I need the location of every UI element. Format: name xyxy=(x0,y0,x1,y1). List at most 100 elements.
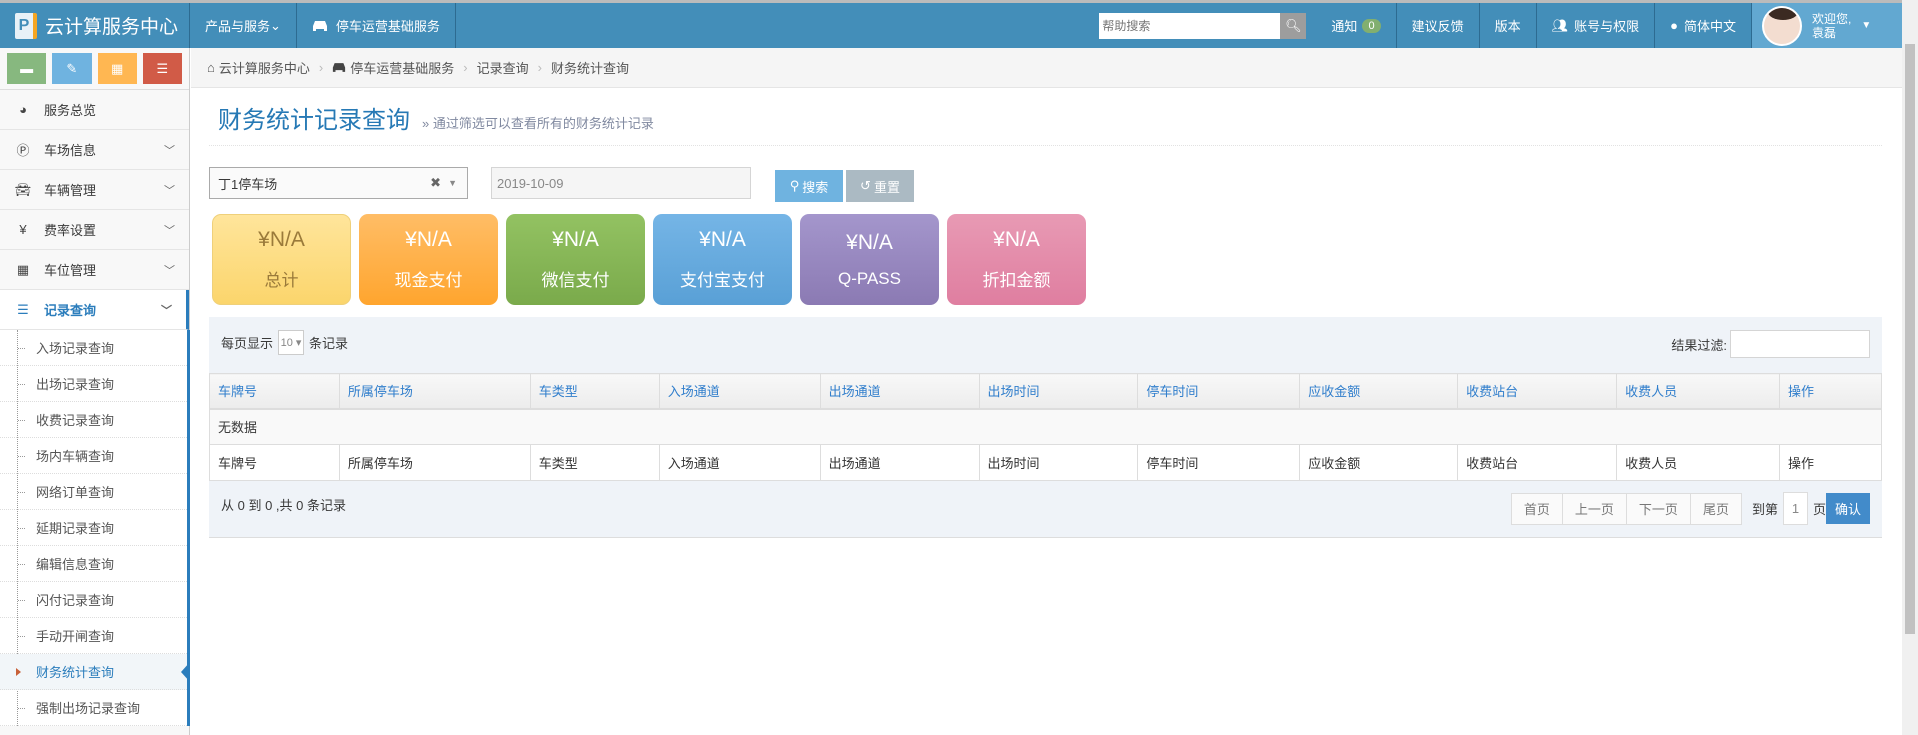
prev-page-button[interactable]: 上一页 xyxy=(1561,492,1627,525)
notice-label: 通知 xyxy=(1331,19,1358,34)
breadcrumb-current: 财务统计查询 xyxy=(550,61,629,76)
search-label: 搜索 xyxy=(802,179,829,195)
column-header[interactable]: 收费站台 xyxy=(1457,373,1618,410)
user-menu[interactable]: 欢迎您, 袁磊 ▼ xyxy=(1752,3,1902,48)
goto-suffix: 页 xyxy=(1812,502,1826,517)
search-icon: 🔍︎ xyxy=(1285,17,1302,33)
brand[interactable]: P 云计算服务中心 xyxy=(0,3,190,48)
submenu-item[interactable]: 入场记录查询 xyxy=(0,330,187,366)
submenu-item[interactable]: 编辑信息查询 xyxy=(0,546,187,582)
reset-button[interactable]: ↺ 重置 xyxy=(846,170,914,202)
submenu-item[interactable]: 收费记录查询 xyxy=(0,402,187,438)
version-button[interactable]: 版本 xyxy=(1480,3,1537,48)
card-value: ¥N/A xyxy=(552,228,599,251)
card-label: 微信支付 xyxy=(541,271,610,290)
chevron-down-icon: ﹀ xyxy=(164,224,175,237)
column-header[interactable]: 车类型 xyxy=(529,373,660,410)
next-page-button[interactable]: 下一页 xyxy=(1625,492,1691,525)
products-menu[interactable]: 产品与服务 ⌄ xyxy=(190,3,297,48)
card-label: 现金支付 xyxy=(394,271,463,290)
breadcrumb-service[interactable]: 停车运营基础服务 xyxy=(350,58,454,77)
shortcut-edit-button[interactable]: ✎ xyxy=(52,53,92,84)
filter-input[interactable] xyxy=(1730,330,1870,358)
date-value: 2019-10-09 xyxy=(497,175,564,191)
card-value: ¥N/A xyxy=(258,228,305,251)
sidebar-item-label: 车位管理 xyxy=(44,263,97,278)
search-button[interactable]: 🔍︎ xyxy=(1280,12,1307,39)
column-header[interactable]: 收费人员 xyxy=(1616,373,1780,410)
parking-service-link[interactable]: 停车运营基础服务 xyxy=(297,3,456,48)
home-icon: ⌂ xyxy=(207,60,215,75)
column-header: 收费站台 xyxy=(1457,444,1618,481)
submenu-item[interactable]: 网络订单查询 xyxy=(0,474,187,510)
sidebar-item-lot-info[interactable]: Ⓟ 车场信息 ﹀ xyxy=(0,130,189,170)
table-header-row: 车牌号 所属停车场 车类型 入场通道 出场通道 出场时间 停车时间 应收金额 收费站台 收费人员操… xyxy=(209,373,1883,410)
submenu-item[interactable]: 出场记录查询 xyxy=(0,366,187,402)
per-page-select[interactable]: 10 ▾ xyxy=(278,330,305,355)
card-qpass: ¥N/A Q-PASS xyxy=(800,214,939,305)
parking-lot-select[interactable]: 丁1停车场 ✖ ▼ xyxy=(209,167,468,199)
per-page-suffix: 条记录 xyxy=(309,336,349,351)
shortcut-list-button[interactable]: ☰ xyxy=(142,53,182,84)
chevron-down-icon: ﹀ xyxy=(161,304,172,317)
column-header[interactable]: 出场时间 xyxy=(978,373,1139,410)
pagination: 首页 上一页 下一页 尾页 到第 1 页 确认 xyxy=(1510,492,1870,525)
search-button[interactable]: ⚲ 搜索 xyxy=(775,170,843,202)
column-header: 停车时间 xyxy=(1137,444,1301,481)
scrollbar-thumb[interactable] xyxy=(1905,44,1915,634)
breadcrumb-records[interactable]: 记录查询 xyxy=(477,58,529,77)
reset-label: 重置 xyxy=(873,179,900,195)
grid-icon: ▦ xyxy=(110,60,124,76)
column-header[interactable]: 出场通道 xyxy=(819,373,980,410)
submenu-item-active[interactable]: 财务统计查询 xyxy=(0,654,190,690)
date-input[interactable]: 2019-10-09 xyxy=(491,167,751,199)
sidebar-item-overview[interactable]: ◕ 服务总览 xyxy=(0,90,189,130)
sidebar-item-spaces[interactable]: ▦ 车位管理 ﹀ xyxy=(0,250,189,290)
last-page-button[interactable]: 尾页 xyxy=(1689,492,1742,525)
notice-button[interactable]: 通知 0 xyxy=(1316,3,1397,48)
sidebar-item-vehicles[interactable]: 🚘︎ 车辆管理 ﹀ xyxy=(0,170,189,210)
account-button[interactable]: 👥︎ 账号与权限 xyxy=(1537,3,1656,48)
submenu-item[interactable]: 强制出场记录查询 xyxy=(0,690,187,726)
first-page-button[interactable]: 首页 xyxy=(1510,492,1563,525)
submenu-item[interactable]: 闪付记录查询 xyxy=(0,582,187,618)
scrollbar[interactable] xyxy=(1902,0,1918,735)
list-icon: ☰ xyxy=(17,301,29,317)
shortcut-car-button[interactable]: ▬ xyxy=(7,53,47,84)
sidebar-item-rates[interactable]: ¥ 费率设置 ﹀ xyxy=(0,210,189,250)
submenu-item[interactable]: 场内车辆查询 xyxy=(0,438,187,474)
goto-page-input[interactable]: 1 xyxy=(1782,492,1808,525)
feedback-button[interactable]: 建议反馈 xyxy=(1397,3,1480,48)
submenu-item[interactable]: 手动开闸查询 xyxy=(0,618,187,654)
users-icon: 👥︎ xyxy=(1551,17,1569,33)
parking-icon: Ⓟ xyxy=(16,143,30,158)
shortcut-grid-button[interactable]: ▦ xyxy=(97,53,137,84)
breadcrumb-home[interactable]: 云计算服务中心 xyxy=(219,58,310,77)
yen-icon: ¥ xyxy=(19,222,27,237)
confirm-button[interactable]: 确认 xyxy=(1825,493,1870,524)
column-header[interactable]: 操作 xyxy=(1778,373,1883,410)
language-button[interactable]: ● 简体中文 xyxy=(1655,3,1752,48)
sidebar-item-records[interactable]: ☰ 记录查询 ﹀ xyxy=(0,290,189,330)
sidebar-item-label: 服务总览 xyxy=(44,103,97,118)
help-search-input[interactable] xyxy=(1099,12,1281,39)
column-header: 收费人员 xyxy=(1616,444,1780,481)
column-header[interactable]: 入场通道 xyxy=(658,373,821,410)
column-header[interactable]: 应收金额 xyxy=(1299,373,1459,410)
column-header[interactable]: 所属停车场 xyxy=(338,373,531,410)
undo-icon: ↺ xyxy=(860,178,871,193)
column-header: 应收金额 xyxy=(1299,444,1459,481)
column-header: 入场通道 xyxy=(658,444,821,481)
column-header[interactable]: 停车时间 xyxy=(1137,373,1301,410)
column-header: 出场时间 xyxy=(978,444,1139,481)
products-label: 产品与服务 xyxy=(205,19,271,34)
column-header[interactable]: 车牌号 xyxy=(209,373,340,410)
submenu-item[interactable]: 延期记录查询 xyxy=(0,510,187,546)
clear-icon[interactable]: ✖ xyxy=(430,175,441,191)
page-length: 每页显示 10 ▾ 条记录 xyxy=(221,330,348,355)
records-table-panel: 每页显示 10 ▾ 条记录 结果过滤: 车牌号 所属停车场 车类型 入场通道 出场通道 出场时… xyxy=(209,317,1883,538)
empty-message: 无数据 xyxy=(209,408,1882,445)
caret-down-icon: ▼ xyxy=(448,178,457,188)
card-label: Q-PASS xyxy=(838,268,901,288)
goto-prefix: 到第 xyxy=(1751,502,1778,517)
